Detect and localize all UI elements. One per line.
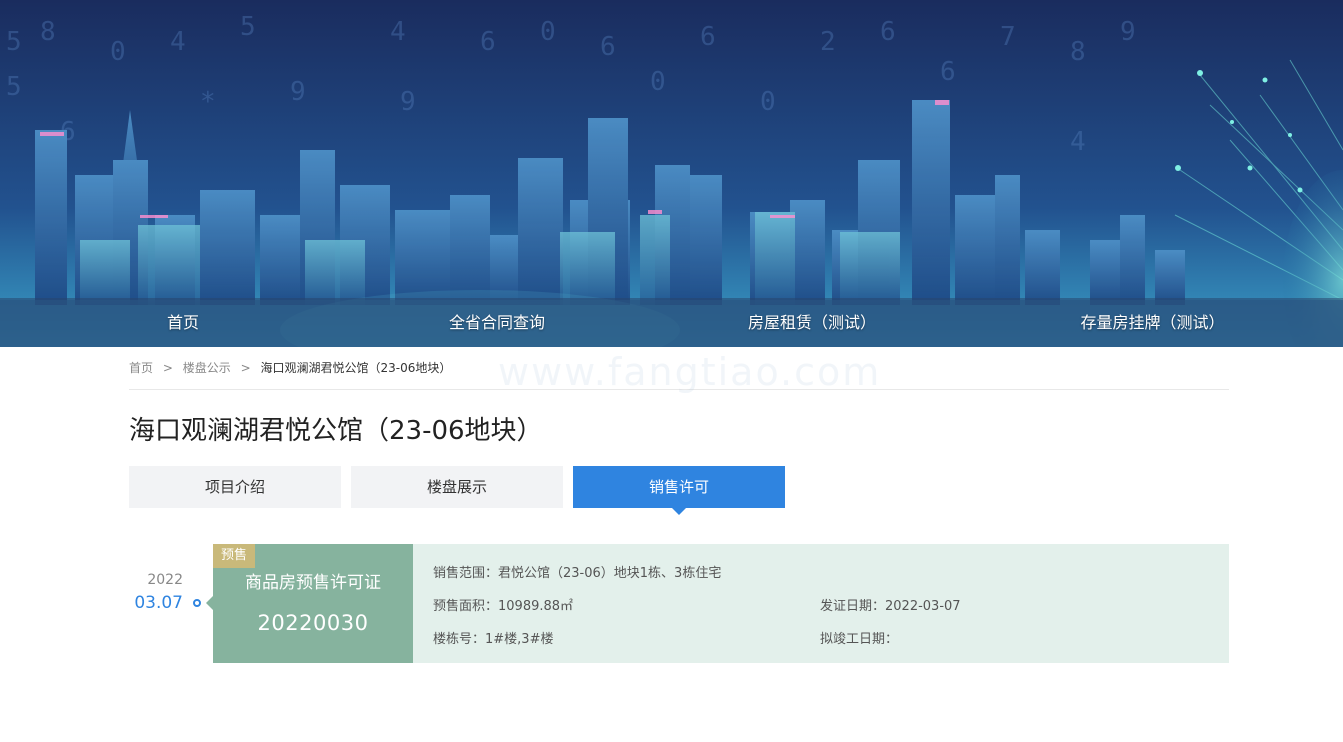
svg-text:6: 6 xyxy=(480,27,496,57)
svg-text:8: 8 xyxy=(1070,37,1086,67)
svg-text:0: 0 xyxy=(110,37,126,67)
svg-text:9: 9 xyxy=(400,87,416,117)
tab-label: 项目介绍 xyxy=(204,478,265,496)
breadcrumb-separator: > xyxy=(162,361,173,375)
tab-project-intro[interactable]: 项目介绍 xyxy=(129,466,341,508)
permit-month-day: 03.07 xyxy=(134,593,183,613)
permit-sales-scope: 销售范围：君悦公馆（23-06）地块1栋、3栋住宅 xyxy=(433,566,722,581)
breadcrumb-current: 海口观澜湖君悦公馆（23-06地块） xyxy=(260,361,452,375)
permit-completion-date: 拟竣工日期： xyxy=(820,632,899,647)
svg-text:6: 6 xyxy=(880,17,896,47)
permit-building-numbers: 楼栋号：1#楼,3#楼 xyxy=(433,632,554,647)
permit-issue-date: 发证日期：2022-03-07 xyxy=(820,599,961,614)
city-skyline-illustration: 558 045 949 606 060 2 66 7 89 46* xyxy=(0,0,1343,347)
svg-text:2: 2 xyxy=(820,27,836,57)
svg-text:6: 6 xyxy=(700,22,716,52)
permit-presale-area: 预售面积：10989.88㎡ xyxy=(433,599,574,614)
breadcrumb-home-link[interactable]: 首页 xyxy=(129,357,153,379)
breadcrumb: 首页 > 楼盘公示 > 海口观澜湖君悦公馆（23-06地块） xyxy=(129,357,1229,390)
svg-text:5: 5 xyxy=(240,12,256,42)
permit-type: 商品房预售许可证 xyxy=(245,573,381,593)
header-banner: 558 045 949 606 060 266 789 4 6 * 首页 全省合… xyxy=(0,0,1343,347)
tab-label: 销售许可 xyxy=(648,478,709,496)
svg-text:*: * xyxy=(200,87,216,117)
svg-text:9: 9 xyxy=(290,77,306,107)
nav-item-resale-listing[interactable]: 存量房挂牌（测试） xyxy=(1050,298,1255,347)
tab-label: 楼盘展示 xyxy=(426,478,487,496)
svg-text:5: 5 xyxy=(6,72,22,102)
permit-number: 20220030 xyxy=(257,611,369,635)
nav-item-contract-query[interactable]: 全省合同查询 xyxy=(402,298,592,347)
tab-sales-permit[interactable]: 销售许可 xyxy=(573,466,785,515)
permit-card-summary[interactable]: 预售 商品房预售许可证 20220030 xyxy=(213,544,413,663)
permit-year: 2022 xyxy=(147,572,183,588)
permit-card-details: 销售范围：君悦公馆（23-06）地块1栋、3栋住宅 预售面积：10989.88㎡… xyxy=(413,544,1229,663)
nav-item-home[interactable]: 首页 xyxy=(98,298,268,347)
svg-text:4: 4 xyxy=(390,17,406,47)
breadcrumb-section-link[interactable]: 楼盘公示 xyxy=(183,357,231,379)
breadcrumb-separator: > xyxy=(240,361,251,375)
nav-item-house-rental[interactable]: 房屋租赁（测试） xyxy=(712,298,912,347)
active-tab-caret-icon xyxy=(672,508,686,515)
svg-text:0: 0 xyxy=(650,67,666,97)
svg-text:5: 5 xyxy=(6,27,22,57)
svg-text:6: 6 xyxy=(940,57,956,87)
svg-text:0: 0 xyxy=(760,87,776,117)
svg-text:6: 6 xyxy=(600,32,616,62)
svg-text:7: 7 xyxy=(1000,22,1016,52)
page-title: 海口观澜湖君悦公馆（23-06地块） xyxy=(129,416,543,446)
permit-status-badge: 预售 xyxy=(213,544,256,568)
svg-text:4: 4 xyxy=(1070,127,1086,157)
timeline-dot-icon xyxy=(193,599,201,607)
svg-text:8: 8 xyxy=(40,17,56,47)
tab-property-display[interactable]: 楼盘展示 xyxy=(351,466,563,508)
main-nav: 首页 全省合同查询 房屋租赁（测试） 存量房挂牌（测试） xyxy=(0,298,1343,347)
svg-text:4: 4 xyxy=(170,27,186,57)
card-pointer-icon xyxy=(206,596,213,610)
svg-text:0: 0 xyxy=(540,17,556,47)
svg-text:9: 9 xyxy=(1120,17,1136,47)
